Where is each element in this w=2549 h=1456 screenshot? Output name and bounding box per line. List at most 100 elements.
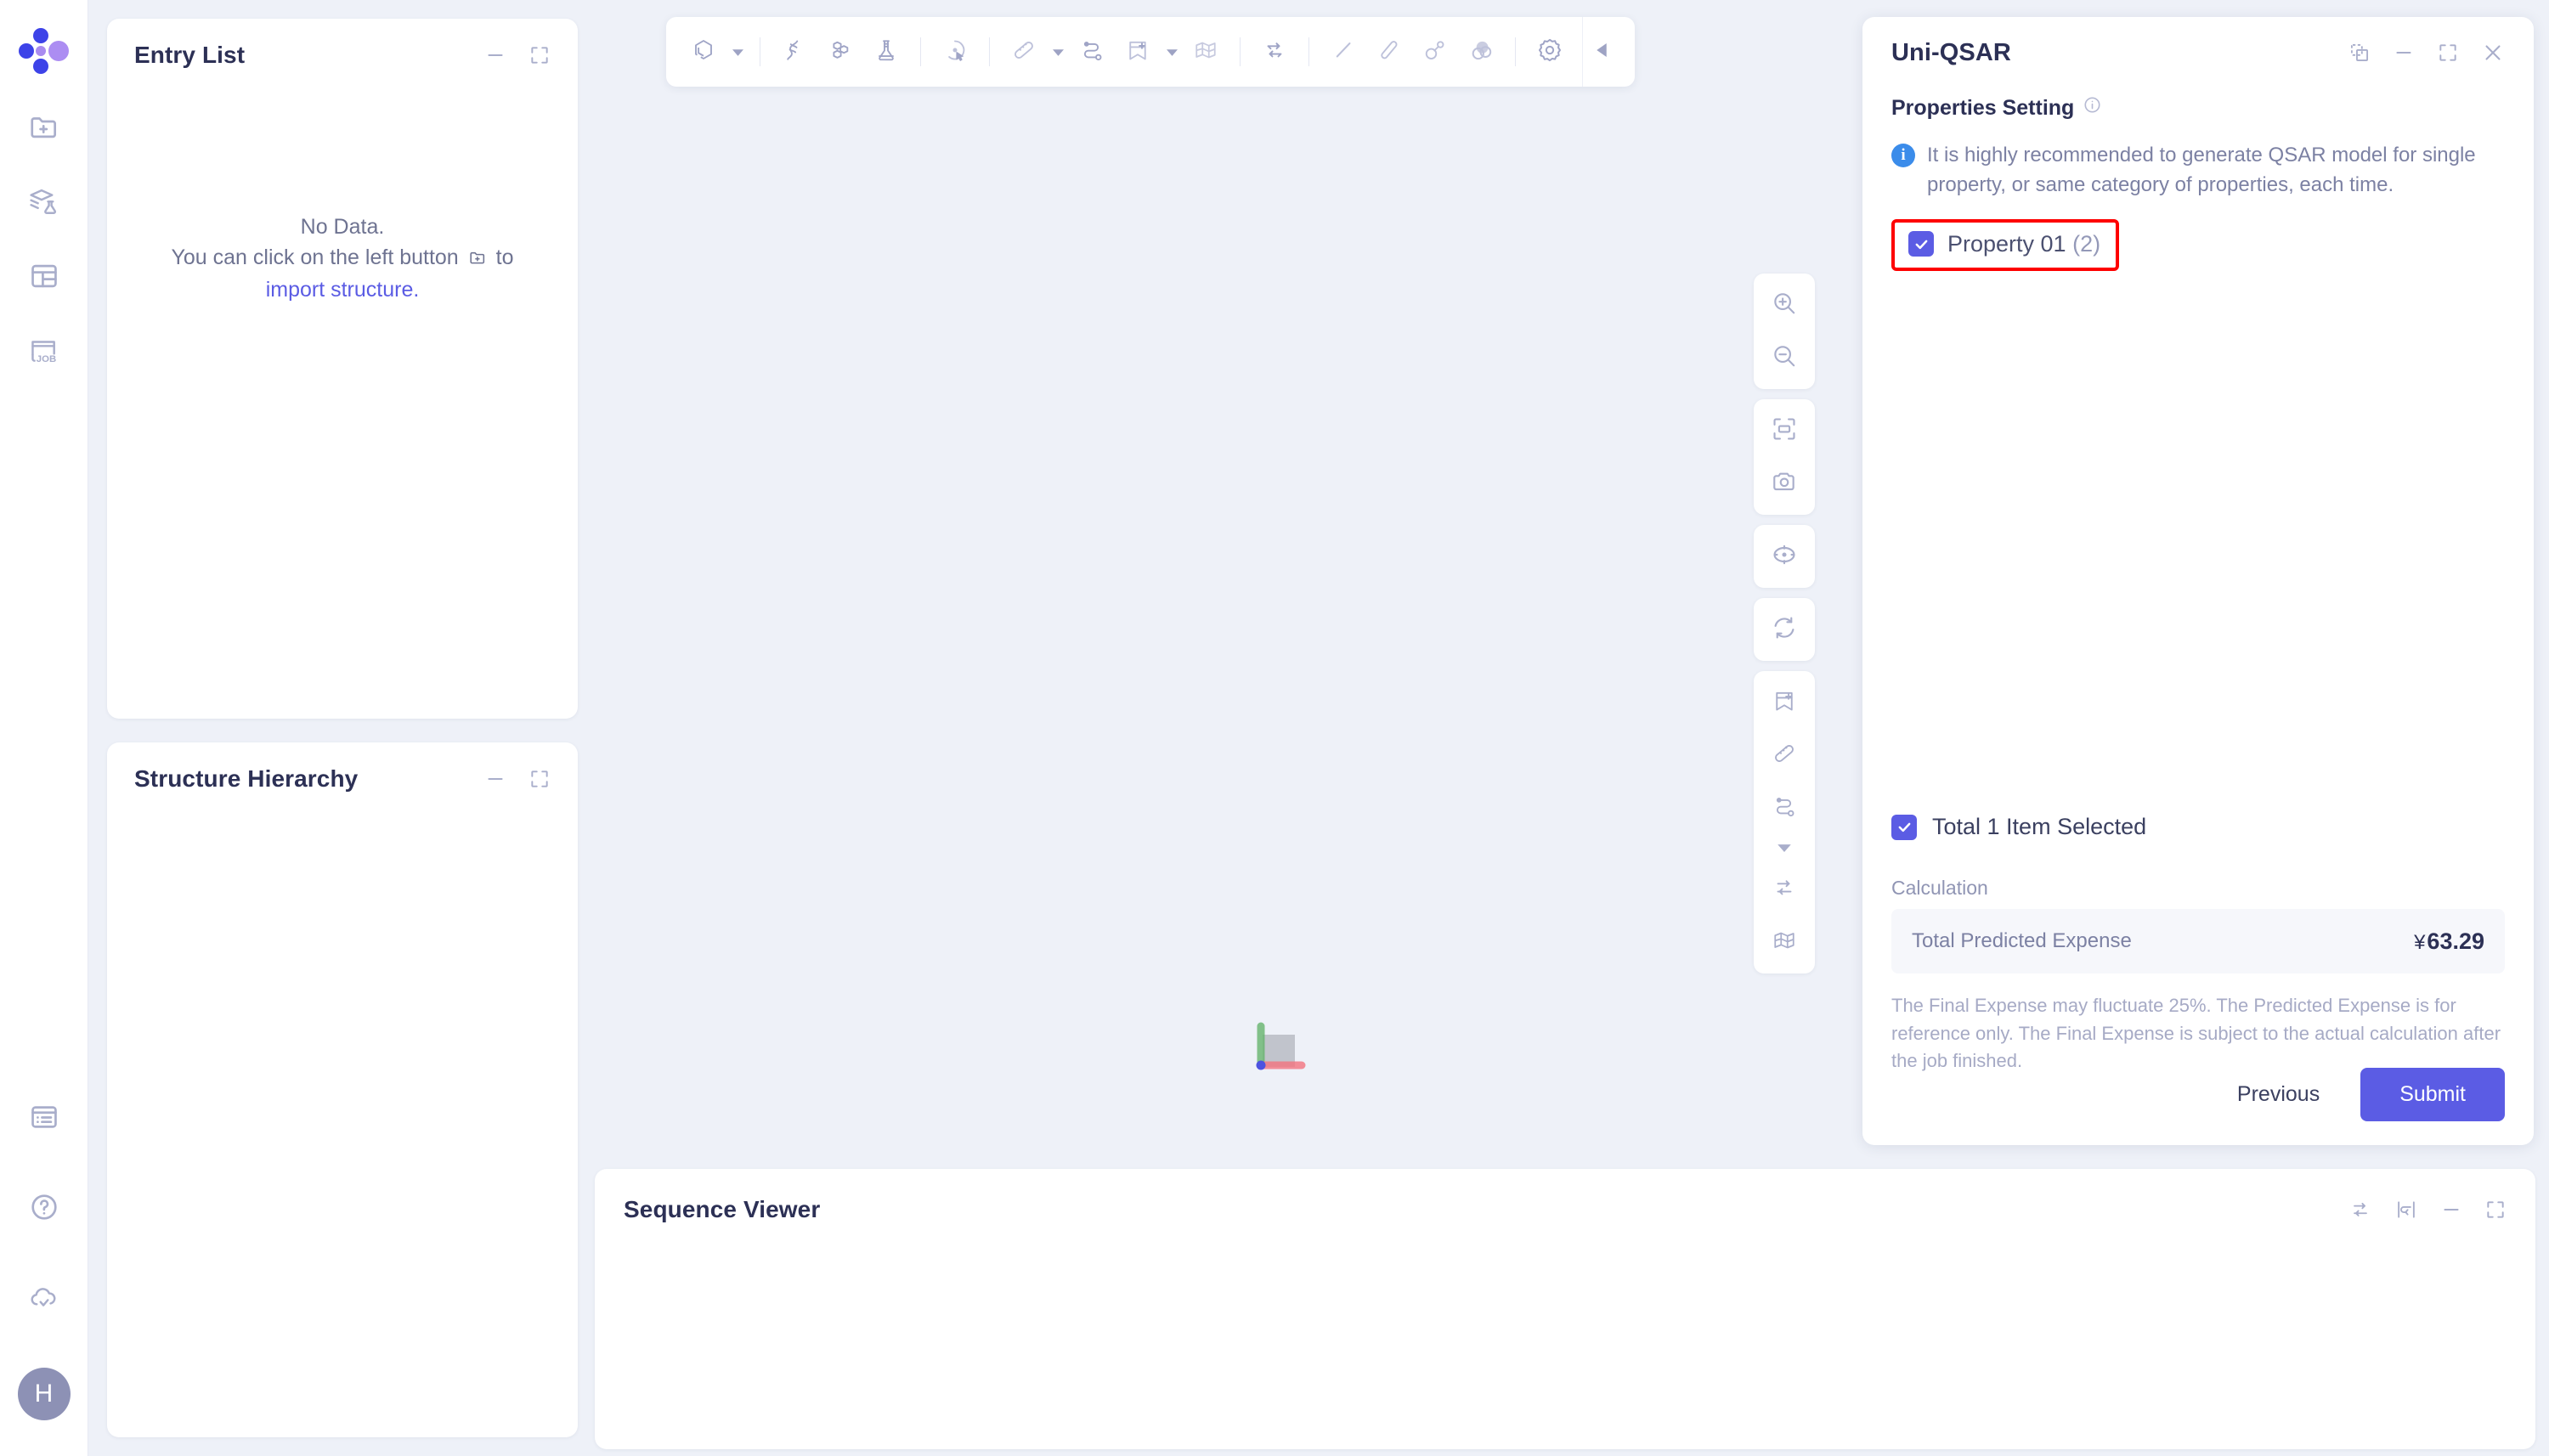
total-predicted-expense-row: Total Predicted Expense ¥63.29	[1891, 909, 2505, 973]
expense-value: ¥63.29	[2414, 928, 2484, 955]
uni-qsar-title: Uni-QSAR	[1891, 38, 2011, 66]
import-structure-icon	[28, 110, 60, 147]
empty-line-2-post: to	[495, 245, 514, 269]
axis-orientation-gizmo	[1249, 1011, 1317, 1079]
screenshot-button[interactable]	[1759, 457, 1810, 510]
path-button[interactable]	[1759, 782, 1810, 834]
toolbar-item-ball-stick[interactable]	[1413, 30, 1457, 74]
toolbar-item-settings[interactable]	[1528, 30, 1572, 74]
sidebar-item-library[interactable]	[18, 177, 71, 229]
minimize-icon[interactable]	[484, 44, 506, 66]
info-circle-icon[interactable]	[2083, 95, 2102, 121]
property-label: Property 01 (2)	[1947, 231, 2100, 257]
toolbar-item-select-atom[interactable]	[933, 30, 977, 74]
flask-icon	[873, 37, 899, 67]
toolbar-item-bookmark-add[interactable]	[1116, 30, 1160, 74]
maximize-icon[interactable]	[528, 768, 551, 790]
toolbar-item-benzene-ring[interactable]	[681, 30, 726, 74]
structure-hierarchy-panel: Structure Hierarchy	[107, 742, 578, 1437]
stick-icon	[1376, 37, 1402, 67]
wrap-line-icon[interactable]	[2394, 1198, 2418, 1222]
info-filled-icon: i	[1891, 144, 1915, 167]
avatar[interactable]: H	[17, 1368, 71, 1420]
total-selected-row[interactable]: Total 1 Item Selected	[1891, 814, 2146, 840]
property-checkbox[interactable]	[1908, 231, 1934, 257]
path-node-icon	[1079, 37, 1105, 67]
swap-button[interactable]	[1759, 863, 1810, 916]
sidebar-item-import-structure[interactable]	[18, 102, 71, 155]
add-bookmark-button[interactable]	[1759, 676, 1810, 729]
toolbar-item-ruler[interactable]	[1002, 30, 1046, 74]
popout-icon[interactable]	[2348, 42, 2371, 64]
swap-arrows-icon[interactable]	[2348, 1198, 2372, 1222]
uni-qsar-footer: Previous Submit	[2215, 1068, 2505, 1121]
minimize-icon[interactable]	[2440, 1199, 2462, 1221]
sidebar-item-job[interactable]: JOB	[18, 326, 71, 379]
viewport-tools	[1754, 274, 1815, 973]
sidebar-item-cloud-sync[interactable]	[18, 1273, 71, 1325]
entry-list-empty-state: No Data. You can click on the left butto…	[107, 212, 578, 306]
zoom-in-button[interactable]	[1759, 279, 1810, 331]
collapse-toolbar-icon	[1596, 42, 1608, 61]
toolbar-divider	[1515, 37, 1516, 66]
center-button[interactable]	[1759, 530, 1810, 583]
zoom-out-button[interactable]	[1759, 331, 1810, 384]
refresh-icon	[1771, 614, 1798, 646]
entry-list-title: Entry List	[134, 42, 246, 68]
minimize-icon[interactable]	[484, 768, 506, 790]
benzene-dropdown-caret[interactable]	[727, 30, 748, 74]
maximize-icon[interactable]	[2484, 1199, 2507, 1221]
select-atom-icon	[942, 37, 968, 67]
entry-list-panel: Entry List No Data. You can click on the…	[107, 19, 578, 719]
collapse-toolbar-button[interactable]	[1582, 17, 1619, 87]
line-icon	[1331, 37, 1356, 67]
path-node-icon	[1772, 793, 1797, 823]
zoom-tool-group	[1754, 274, 1815, 389]
import-structure-link[interactable]: import structure.	[107, 275, 578, 306]
toolbar-divider	[920, 37, 921, 66]
viewer-toolbar	[666, 17, 1635, 87]
toolbar-item-line[interactable]	[1321, 30, 1365, 74]
reset-view-button[interactable]	[1759, 603, 1810, 656]
toolbar-item-swap[interactable]	[1252, 30, 1297, 74]
sidebar-item-notes[interactable]	[18, 1092, 71, 1145]
surface-button[interactable]	[1759, 916, 1810, 968]
help-icon	[28, 1191, 60, 1227]
toolbar-item-spacefill[interactable]	[1459, 30, 1503, 74]
toolbar-item-stick[interactable]	[1367, 30, 1411, 74]
avatar-initial: H	[34, 1380, 54, 1408]
app-logo[interactable]	[18, 27, 71, 80]
structure-hierarchy-title: Structure Hierarchy	[134, 765, 359, 792]
uni-qsar-header: Uni-QSAR	[1862, 17, 2534, 88]
sidebar-item-data-table[interactable]	[18, 251, 71, 304]
maximize-icon[interactable]	[528, 44, 551, 66]
total-selected-checkbox[interactable]	[1891, 814, 1917, 840]
property-checkbox-row[interactable]: Property 01 (2)	[1891, 218, 2120, 271]
properties-setting-heading: Properties Setting	[1891, 95, 2505, 121]
toolbar-divider	[1308, 37, 1309, 66]
toolbar-item-surface[interactable]	[1184, 30, 1228, 74]
submit-button[interactable]: Submit	[2360, 1068, 2505, 1121]
empty-line-2-pre: You can click on the left button	[171, 245, 459, 269]
import-structure-icon[interactable]	[468, 245, 487, 276]
toolbar-item-path[interactable]	[1070, 30, 1114, 74]
fit-to-screen-button[interactable]	[1759, 404, 1810, 457]
measure-button[interactable]	[1759, 729, 1810, 782]
bookmark-dropdown-caret[interactable]	[1161, 30, 1182, 74]
more-tools-button[interactable]	[1759, 834, 1810, 863]
previous-button[interactable]: Previous	[2215, 1070, 2342, 1119]
minimize-icon[interactable]	[2393, 42, 2415, 64]
expense-disclaimer: The Final Expense may fluctuate 25%. The…	[1891, 995, 2501, 1072]
spacefill-icon	[1467, 37, 1495, 68]
library-flask-icon	[27, 184, 61, 223]
total-selected-label: Total 1 Item Selected	[1932, 814, 2147, 839]
maximize-icon[interactable]	[2437, 42, 2459, 64]
sequence-viewer-actions	[2348, 1198, 2507, 1222]
ruler-dropdown-caret[interactable]	[1048, 30, 1068, 74]
toolbar-item-polycyclic[interactable]	[818, 30, 862, 74]
toolbar-item-dna[interactable]	[772, 30, 817, 74]
property-count: (2)	[2072, 230, 2101, 257]
toolbar-item-flask[interactable]	[864, 30, 908, 74]
close-icon[interactable]	[2481, 41, 2505, 65]
sidebar-item-help[interactable]	[18, 1182, 71, 1235]
